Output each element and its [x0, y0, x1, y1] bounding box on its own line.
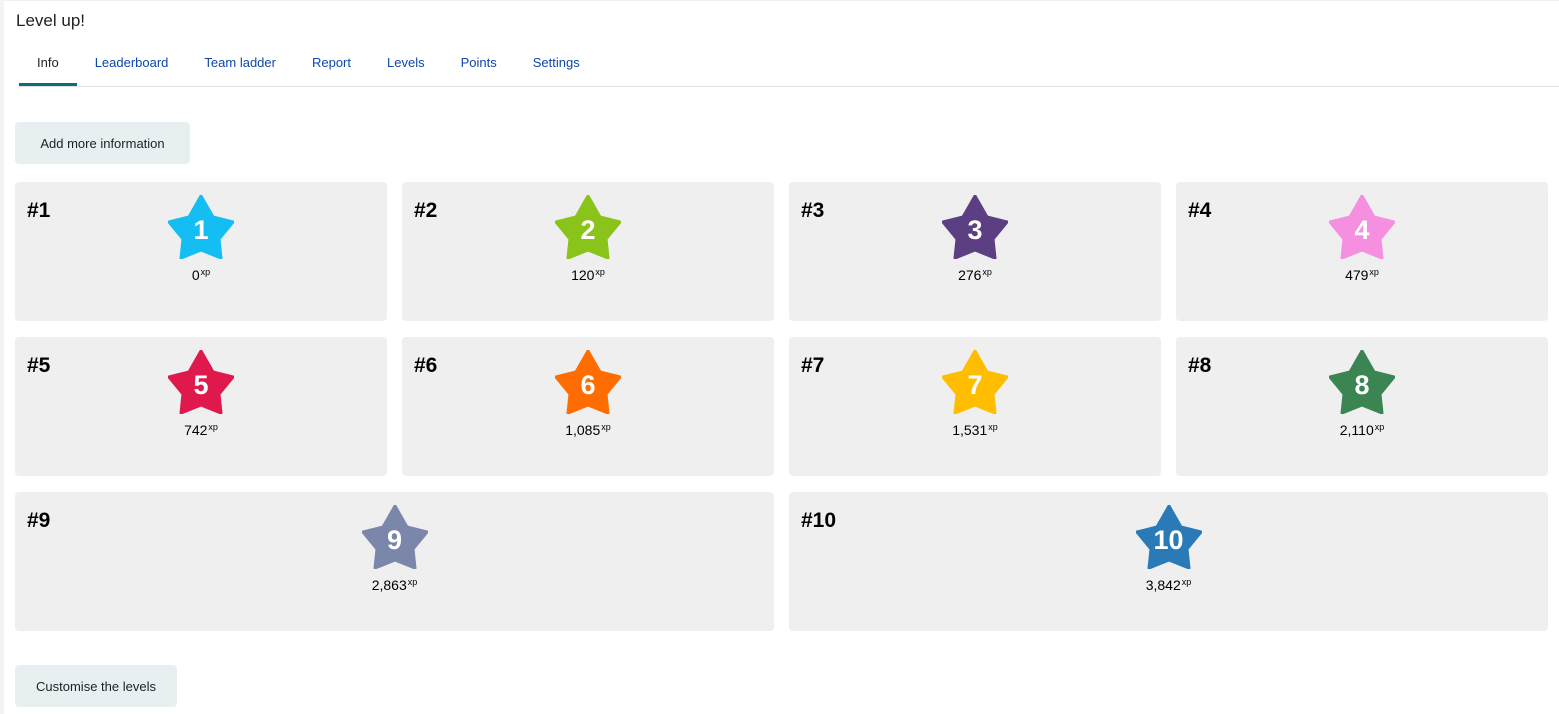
- page-title: Level up!: [16, 11, 85, 30]
- level-card-8: #8 8 2,110xp: [1176, 337, 1548, 476]
- xp-value: 276: [958, 267, 982, 283]
- xp-unit: xp: [988, 422, 998, 432]
- level-badge-number: 6: [580, 370, 596, 400]
- level-xp: 742xp: [184, 422, 218, 438]
- xp-unit: xp: [208, 422, 218, 432]
- star-badge-icon: 1: [168, 195, 234, 259]
- level-badge-group: 2 120xp: [402, 195, 774, 283]
- level-card-5: #5 5 742xp: [15, 337, 387, 476]
- level-badge-group: 6 1,085xp: [402, 350, 774, 438]
- tab-info[interactable]: Info: [19, 46, 77, 86]
- level-badge-number: 2: [580, 215, 596, 245]
- level-badge-number: 10: [1153, 525, 1184, 555]
- xp-value: 120: [571, 267, 595, 283]
- level-card-2: #2 2 120xp: [402, 182, 774, 321]
- star-badge-icon: 4: [1329, 195, 1395, 259]
- level-card-6: #6 6 1,085xp: [402, 337, 774, 476]
- xp-value: 2,110: [1339, 422, 1374, 438]
- xp-unit: xp: [595, 267, 605, 277]
- star-badge-icon: 6: [555, 350, 621, 414]
- level-xp: 276xp: [958, 267, 992, 283]
- top-border: [0, 0, 1559, 1]
- level-xp: 1,531xp: [952, 422, 998, 438]
- level-xp: 120xp: [571, 267, 605, 283]
- tab-team-ladder[interactable]: Team ladder: [186, 46, 294, 85]
- level-badge-group: 5 742xp: [15, 350, 387, 438]
- tab-levels[interactable]: Levels: [369, 46, 443, 85]
- star-badge-icon: 9: [361, 505, 428, 569]
- xp-unit: xp: [407, 577, 418, 587]
- star-badge-icon: 3: [942, 195, 1008, 259]
- tab-report[interactable]: Report: [294, 46, 369, 85]
- star-badge-icon: 2: [555, 195, 621, 259]
- level-badge-group: 10 3,842xp: [789, 505, 1548, 593]
- level-card-10: #10 10 3,842xp: [789, 492, 1548, 631]
- level-badge-group: 9 2,863xp: [15, 505, 774, 593]
- level-xp: 0xp: [192, 267, 210, 283]
- level-badge-number: 1: [193, 215, 209, 245]
- xp-value: 1,085: [565, 422, 601, 438]
- level-badge-group: 7 1,531xp: [789, 350, 1161, 438]
- level-badge-group: 4 479xp: [1176, 195, 1548, 283]
- level-card-3: #3 3 276xp: [789, 182, 1161, 321]
- level-badge-number: 3: [967, 215, 983, 245]
- star-badge-icon: 10: [1135, 505, 1202, 569]
- level-xp: 3,842xp: [1146, 577, 1192, 593]
- level-xp: 2,110xp: [1340, 422, 1385, 438]
- level-xp: 2,863xp: [372, 577, 418, 593]
- xp-value: 0: [191, 267, 200, 283]
- xp-unit: xp: [1374, 422, 1385, 432]
- tab-settings[interactable]: Settings: [515, 46, 598, 85]
- level-card-7: #7 7 1,531xp: [789, 337, 1161, 476]
- xp-unit: xp: [200, 267, 211, 277]
- tab-bar: Info Leaderboard Team ladder Report Leve…: [19, 46, 1559, 87]
- xp-value: 3,842: [1145, 577, 1181, 593]
- level-badge-number: 8: [1354, 370, 1370, 400]
- level-badge-number: 7: [967, 370, 983, 400]
- level-badge-number: 5: [193, 370, 209, 400]
- xp-value: 2,863: [371, 577, 407, 593]
- page: Level up! Info Leaderboard Team ladder R…: [0, 0, 1559, 714]
- tab-points[interactable]: Points: [443, 46, 515, 85]
- left-border: [0, 0, 4, 714]
- level-xp: 1,085xp: [565, 422, 611, 438]
- level-xp: 479xp: [1345, 267, 1379, 283]
- xp-unit: xp: [982, 267, 992, 277]
- level-card-4: #4 4 479xp: [1176, 182, 1548, 321]
- star-badge-icon: 8: [1329, 350, 1395, 414]
- add-more-information-button[interactable]: Add more information: [15, 122, 190, 164]
- customise-levels-button[interactable]: Customise the levels: [15, 665, 177, 707]
- star-badge-icon: 7: [942, 350, 1008, 414]
- xp-value: 742: [184, 422, 208, 438]
- level-badge-number: 9: [386, 525, 403, 555]
- xp-value: 1,531: [952, 422, 988, 438]
- xp-unit: xp: [1181, 577, 1192, 587]
- level-badge-group: 8 2,110xp: [1176, 350, 1548, 438]
- tab-leaderboard[interactable]: Leaderboard: [77, 46, 187, 85]
- star-badge-icon: 5: [168, 350, 234, 414]
- level-badge-group: 3 276xp: [789, 195, 1161, 283]
- xp-unit: xp: [1369, 267, 1379, 277]
- xp-value: 479: [1345, 267, 1369, 283]
- level-badge-group: 1 0xp: [15, 195, 387, 283]
- xp-unit: xp: [601, 422, 611, 432]
- level-card-9: #9 9 2,863xp: [15, 492, 774, 631]
- level-card-1: #1 1 0xp: [15, 182, 387, 321]
- level-badge-number: 4: [1354, 215, 1370, 245]
